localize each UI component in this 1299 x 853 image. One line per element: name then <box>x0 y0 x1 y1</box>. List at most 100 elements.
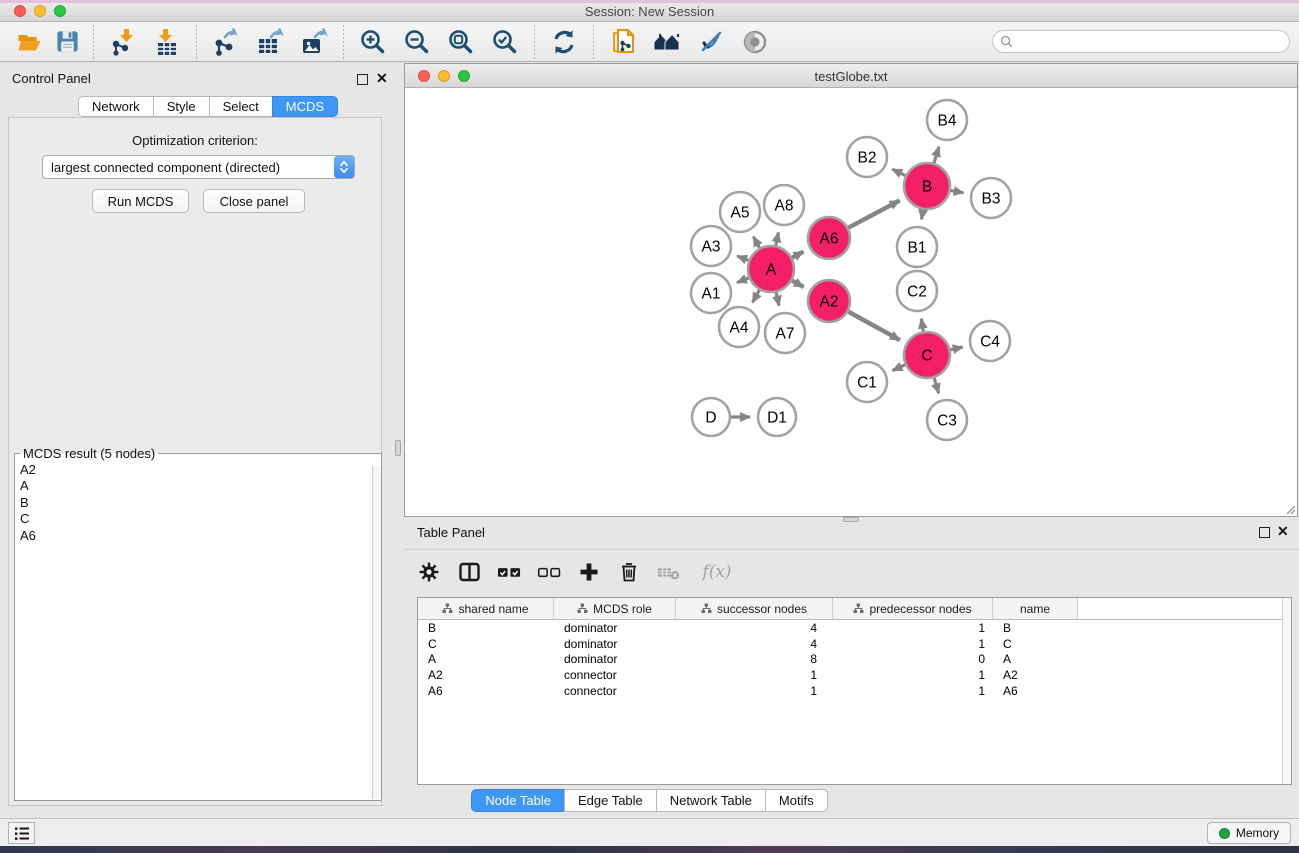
node-B4[interactable]: B4 <box>927 100 967 140</box>
table-cell[interactable]: B <box>418 621 554 635</box>
network-graph[interactable]: B4B2BB3A5A8A6A3AB1A1A2C2A4A7C4CC1DD1C3 <box>405 88 1297 516</box>
tab-edge-table[interactable]: Edge Table <box>564 789 657 812</box>
refresh-button[interactable] <box>542 24 586 60</box>
result-item[interactable]: A2 <box>20 462 381 478</box>
result-item[interactable]: B <box>20 495 381 511</box>
import-table-button[interactable] <box>145 24 189 60</box>
zoom-fit-button[interactable] <box>439 24 483 60</box>
edge-A-A8[interactable] <box>776 232 779 245</box>
save-session-button[interactable] <box>48 24 86 60</box>
edge-A2-C[interactable] <box>848 312 900 340</box>
home-view-button[interactable] <box>645 24 689 60</box>
vertical-splitter-handle[interactable] <box>395 440 401 456</box>
export-image-button[interactable] <box>292 24 336 60</box>
table-scrollbar[interactable] <box>1282 598 1291 784</box>
table-cell[interactable]: A6 <box>418 684 554 698</box>
table-cell[interactable]: 4 <box>676 621 833 635</box>
node-A2[interactable]: A2 <box>808 280 850 322</box>
node-A[interactable]: A <box>748 246 794 292</box>
show-columns-button[interactable] <box>457 560 481 584</box>
table-cell[interactable]: C <box>418 637 554 651</box>
open-session-button[interactable] <box>10 24 48 60</box>
table-cell[interactable]: A <box>993 652 1078 666</box>
edge-A-A2[interactable] <box>792 281 804 287</box>
table-cell[interactable]: 1 <box>833 684 993 698</box>
resize-grip-icon[interactable] <box>1284 503 1296 515</box>
create-column-button[interactable] <box>577 560 601 584</box>
table-settings-button[interactable] <box>417 560 441 584</box>
table-cell[interactable]: A6 <box>993 684 1078 698</box>
export-network-button[interactable] <box>204 24 248 60</box>
node-B[interactable]: B <box>904 163 950 209</box>
edge-C-C2[interactable] <box>921 319 923 332</box>
table-cell[interactable]: A <box>418 652 554 666</box>
table-cell[interactable]: A2 <box>993 668 1078 682</box>
table-cell[interactable]: 1 <box>833 668 993 682</box>
table-panel-float-button[interactable] <box>1259 527 1270 538</box>
node-D[interactable]: D <box>692 398 730 436</box>
node-A3[interactable]: A3 <box>691 226 731 266</box>
edge-B-B2[interactable] <box>892 169 905 175</box>
mcds-result-list[interactable]: A2ABCA6 <box>15 454 381 544</box>
table-panel-close-button[interactable]: ✕ <box>1277 526 1289 537</box>
column-header-successor-nodes[interactable]: successor nodes <box>676 598 833 619</box>
node-C[interactable]: C <box>904 332 950 378</box>
search-input[interactable] <box>1013 33 1289 51</box>
edge-B-B3[interactable] <box>951 190 964 192</box>
node-A1[interactable]: A1 <box>691 273 731 313</box>
tab-network-table[interactable]: Network Table <box>656 789 766 812</box>
table-cell[interactable]: dominator <box>554 652 676 666</box>
node-A6[interactable]: A6 <box>808 217 850 259</box>
edge-A-A3[interactable] <box>737 256 748 260</box>
zoom-selected-button[interactable] <box>483 24 527 60</box>
result-item[interactable]: A <box>20 478 381 494</box>
tab-mcds[interactable]: MCDS <box>272 96 338 117</box>
task-history-button[interactable] <box>8 822 35 844</box>
edge-A6-B[interactable] <box>848 201 899 228</box>
delete-column-button[interactable] <box>617 560 641 584</box>
node-B2[interactable]: B2 <box>847 137 887 177</box>
tab-node-table[interactable]: Node Table <box>471 789 565 812</box>
table-cell[interactable]: 1 <box>676 668 833 682</box>
table-cell[interactable]: dominator <box>554 621 676 635</box>
search-field[interactable] <box>992 30 1290 53</box>
node-C3[interactable]: C3 <box>927 400 967 440</box>
control-panel-float-button[interactable] <box>357 74 368 85</box>
table-row[interactable]: A6connector11A6 <box>418 683 1291 699</box>
node-A8[interactable]: A8 <box>764 185 804 225</box>
export-table-button[interactable] <box>248 24 292 60</box>
horizontal-splitter-handle[interactable] <box>843 517 859 522</box>
zoom-in-button[interactable] <box>351 24 395 60</box>
select-all-rows-button[interactable] <box>497 560 521 584</box>
table-cell[interactable]: 8 <box>676 652 833 666</box>
node-A4[interactable]: A4 <box>719 307 759 347</box>
node-D1[interactable]: D1 <box>758 398 796 436</box>
table-cell[interactable]: connector <box>554 684 676 698</box>
node-B1[interactable]: B1 <box>897 227 937 267</box>
table-cell[interactable]: 1 <box>676 684 833 698</box>
table-row[interactable]: A2connector11A2 <box>418 667 1291 683</box>
result-item[interactable]: A6 <box>20 528 381 544</box>
node-C4[interactable]: C4 <box>970 321 1010 361</box>
node-B3[interactable]: B3 <box>971 178 1011 218</box>
table-cell[interactable]: 4 <box>676 637 833 651</box>
node-C2[interactable]: C2 <box>897 271 937 311</box>
node-A5[interactable]: A5 <box>720 192 760 232</box>
edge-A-A1[interactable] <box>737 278 749 283</box>
tab-style[interactable]: Style <box>153 96 210 117</box>
edge-B-B1[interactable] <box>922 210 924 220</box>
edge-C-C3[interactable] <box>934 378 939 393</box>
tab-network[interactable]: Network <box>78 96 154 117</box>
edge-A-A7[interactable] <box>776 292 779 305</box>
deselect-all-rows-button[interactable] <box>537 560 561 584</box>
control-panel-close-button[interactable]: ✕ <box>376 73 388 84</box>
table-cell[interactable]: C <box>993 637 1078 651</box>
result-item[interactable]: C <box>20 511 381 527</box>
hide-graphics-details-button[interactable] <box>689 24 733 60</box>
result-scrollbar[interactable] <box>372 466 381 799</box>
table-row[interactable]: Adominator80A <box>418 651 1291 667</box>
edge-C-C4[interactable] <box>950 347 962 350</box>
memory-button[interactable]: Memory <box>1207 822 1291 844</box>
network-window-titlebar[interactable]: testGlobe.txt <box>405 64 1297 88</box>
table-row[interactable]: Cdominator41C <box>418 636 1291 652</box>
